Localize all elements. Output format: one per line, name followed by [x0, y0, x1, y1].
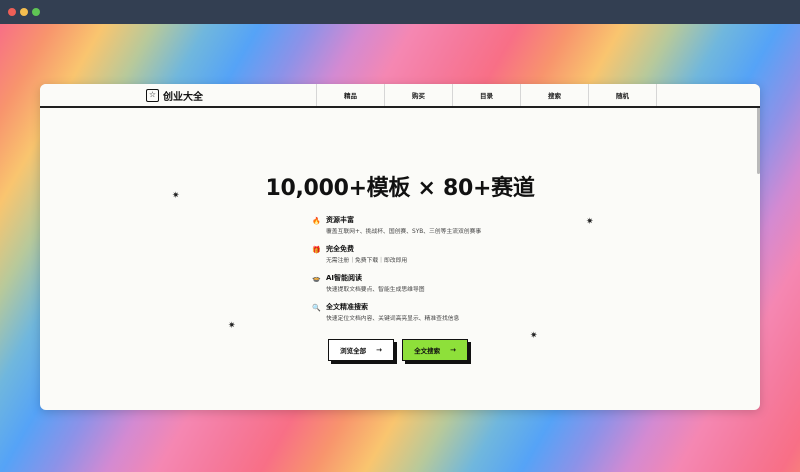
feature-title: AI智能阅读: [326, 274, 363, 282]
bowl-icon: 🍲: [312, 275, 321, 283]
feature-description: 覆盖互联网+、挑战杯、国创赛、SYB、三创等主流双创赛事: [326, 229, 482, 235]
feature-title: 全文精准搜索: [326, 303, 368, 311]
browser-titlebar: [0, 0, 800, 24]
nav-links: 精品 购买 目录 搜索 随机: [316, 84, 657, 106]
brand-logo[interactable]: ☆ 创业大全: [146, 88, 203, 103]
feature-description: 快速提取文档要点、智能生成思维导图: [326, 287, 425, 293]
full-text-search-label: 全文搜索: [414, 347, 441, 355]
brand-name: 创业大全: [163, 91, 203, 103]
browse-all-button[interactable]: 浏览全部 →: [328, 339, 394, 361]
sparkle-icon: ✷: [586, 217, 594, 227]
minimize-window-button[interactable]: [20, 8, 28, 16]
feature-description: 无需注册｜免费下载｜即改即用: [326, 258, 408, 264]
browse-all-label: 浏览全部: [340, 347, 367, 355]
arrow-right-icon: →: [376, 346, 382, 354]
feature-list: 🔥 资源丰富 覆盖互联网+、挑战杯、国创赛、SYB、三创等主流双创赛事 🎁 完全…: [312, 215, 532, 331]
star-box-icon: ☆: [146, 88, 159, 102]
feature-item: 🔍 全文精准搜索 快速定位文档内容、关键词高亮显示、精准查找信息: [312, 302, 532, 331]
nav-link-search[interactable]: 搜索: [521, 84, 589, 106]
app-window: ☆ 创业大全 精品 购买 目录 搜索 随机 ✷ ✷ ✷ ✷ 10,000+模板 …: [40, 84, 760, 410]
nav-link-catalog[interactable]: 目录: [453, 84, 521, 106]
feature-title: 完全免费: [326, 245, 354, 253]
magnifier-icon: 🔍: [312, 304, 321, 312]
feature-item: 🔥 资源丰富 覆盖互联网+、挑战杯、国创赛、SYB、三创等主流双创赛事: [312, 215, 532, 244]
sparkle-icon: ✷: [530, 331, 538, 341]
nav-link-featured[interactable]: 精品: [317, 84, 385, 106]
feature-item: 🎁 完全免费 无需注册｜免费下载｜即改即用: [312, 244, 532, 273]
feature-description: 快速定位文档内容、关键词高亮显示、精准查找信息: [326, 316, 460, 322]
maximize-window-button[interactable]: [32, 8, 40, 16]
close-window-button[interactable]: [8, 8, 16, 16]
fire-icon: 🔥: [312, 217, 321, 225]
arrow-right-icon: →: [450, 346, 456, 354]
sparkle-icon: ✷: [228, 321, 236, 331]
nav-link-purchase[interactable]: 购买: [385, 84, 453, 106]
gift-icon: 🎁: [312, 246, 321, 254]
page-title: 10,000+模板 × 80+赛道: [265, 176, 535, 201]
feature-title: 资源丰富: [326, 216, 354, 224]
nav-link-random[interactable]: 随机: [589, 84, 657, 106]
full-text-search-button[interactable]: 全文搜索 →: [402, 339, 468, 361]
feature-item: 🍲 AI智能阅读 快速提取文档要点、智能生成思维导图: [312, 273, 532, 302]
top-navbar: ☆ 创业大全 精品 购买 目录 搜索 随机: [40, 84, 760, 108]
